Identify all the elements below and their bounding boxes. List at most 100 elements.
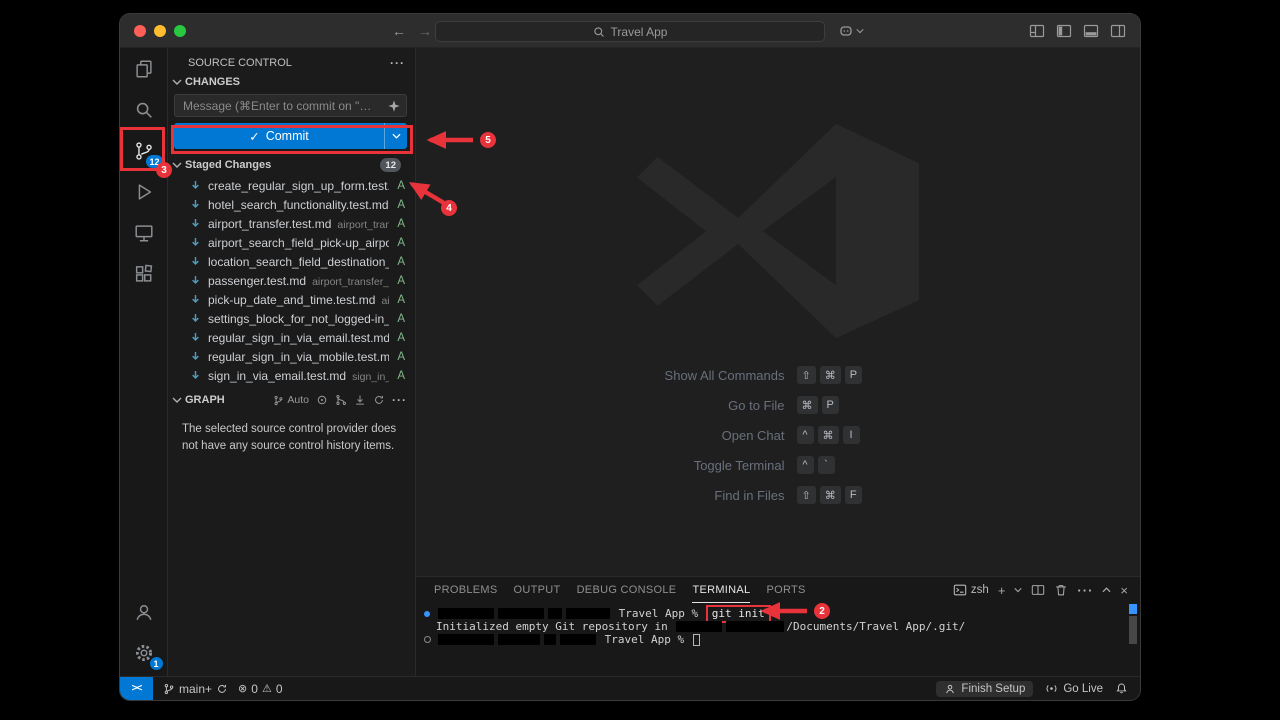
scm-file-row[interactable]: regular_sign_in_via_email.test.mdsi…A xyxy=(168,328,415,347)
markdown-file-icon xyxy=(189,236,202,249)
key-cap: P xyxy=(845,366,862,384)
redacted-text xyxy=(498,608,544,619)
activity-remote-explorer[interactable] xyxy=(120,212,168,253)
scm-file-row[interactable]: passenger.test.mdairport_transfer_s…A xyxy=(168,271,415,290)
maximize-panel-button[interactable] xyxy=(1102,587,1111,593)
scm-file-row[interactable]: regular_sign_in_via_mobile.test.md…A xyxy=(168,347,415,366)
history-nav: ← → xyxy=(392,14,432,48)
activity-search[interactable] xyxy=(120,89,168,130)
finish-setup-button[interactable]: Finish Setup xyxy=(936,681,1033,697)
target-icon[interactable] xyxy=(316,394,328,406)
forward-icon[interactable]: → xyxy=(418,23,432,39)
settings-badge: 1 xyxy=(149,656,164,671)
refresh-icon[interactable] xyxy=(373,394,385,406)
panel-tab-terminal[interactable]: TERMINAL xyxy=(692,577,750,603)
git-status-added: A xyxy=(397,199,405,211)
branch-status-item[interactable]: main+ xyxy=(163,682,228,696)
git-status-added: A xyxy=(397,370,405,382)
scm-file-row[interactable]: pick-up_date_and_time.test.mdairp…A xyxy=(168,290,415,309)
git-status-added: A xyxy=(397,180,405,192)
scm-file-row[interactable]: airport_search_field_pick-up_airpor…A xyxy=(168,233,415,252)
activity-run-debug[interactable] xyxy=(120,171,168,212)
commit-dropdown-button[interactable] xyxy=(384,123,407,149)
panel-tab-debug-console[interactable]: DEBUG CONSOLE xyxy=(577,577,677,603)
command-center[interactable]: Travel App xyxy=(435,21,825,42)
commit-button[interactable]: ✓ Commit xyxy=(174,123,407,149)
back-icon[interactable]: ← xyxy=(392,23,406,39)
sync-changes-icon[interactable] xyxy=(216,683,228,695)
activity-explorer[interactable] xyxy=(120,48,168,89)
activity-settings[interactable]: 1 xyxy=(120,632,168,673)
split-terminal-button[interactable] xyxy=(1031,583,1045,597)
kill-terminal-button[interactable] xyxy=(1054,583,1068,597)
terminal-scrollbar-thumb[interactable] xyxy=(1129,616,1137,644)
copilot-menu[interactable] xyxy=(838,23,864,39)
scm-file-row[interactable]: sign_in_via_email.test.mdsign_in_fo…A xyxy=(168,366,415,385)
broadcast-icon xyxy=(1045,682,1058,695)
graph-section-header[interactable]: GRAPH Auto ··· xyxy=(168,390,415,408)
problems-status-item[interactable]: ⊗ 0 ⚠ 0 xyxy=(238,682,282,696)
redacted-text xyxy=(726,621,784,632)
more-actions-icon[interactable]: ··· xyxy=(390,58,405,68)
file-path: airport_trans… xyxy=(337,219,389,231)
key-cap: ^ xyxy=(797,426,814,444)
panel-tab-problems[interactable]: PROBLEMS xyxy=(434,577,498,603)
toggle-primary-sidebar-icon[interactable] xyxy=(1056,23,1072,39)
go-live-button[interactable]: Go Live xyxy=(1045,682,1103,695)
command-center-text: Travel App xyxy=(611,25,668,39)
editor-area: Show All Commands⇧⌘PGo to File⌘POpen Cha… xyxy=(416,48,1140,576)
new-terminal-button[interactable]: + xyxy=(998,584,1006,597)
highlighted-command: git init xyxy=(706,605,771,623)
markdown-file-icon xyxy=(189,350,202,363)
merge-icon[interactable] xyxy=(335,394,347,406)
bell-icon[interactable] xyxy=(1115,682,1128,695)
activity-accounts[interactable] xyxy=(120,591,168,632)
scm-file-row[interactable]: hotel_search_functionality.test.mdA xyxy=(168,195,415,214)
more-actions-icon[interactable]: ··· xyxy=(392,395,407,405)
commit-message-input[interactable]: Message (⌘Enter to commit on "… xyxy=(174,94,407,117)
more-actions-icon[interactable]: ··· xyxy=(1077,584,1093,597)
close-panel-button[interactable]: × xyxy=(1120,584,1128,597)
terminal[interactable]: Travel App % git initInitialized empty G… xyxy=(416,603,1140,676)
file-name: airport_transfer.test.md xyxy=(208,217,331,231)
activity-extensions[interactable] xyxy=(120,253,168,294)
terminal-text: Travel App % xyxy=(612,607,705,620)
file-name: airport_search_field_pick-up_airpor… xyxy=(208,236,389,250)
shortcut-row: Toggle Terminal^` xyxy=(416,450,1140,480)
shell-label: zsh xyxy=(971,584,989,596)
staged-changes-label: Staged Changes xyxy=(185,159,271,171)
git-status-added: A xyxy=(397,313,405,325)
key-cap: ⌘ xyxy=(820,366,841,384)
graph-auto-control[interactable]: Auto xyxy=(273,394,309,406)
changes-section-header[interactable]: CHANGES xyxy=(168,72,415,90)
chevron-down-icon xyxy=(392,133,401,139)
terminal-dropdown-button[interactable] xyxy=(1014,587,1022,593)
generate-commit-message-icon[interactable] xyxy=(387,99,401,113)
scm-file-row[interactable]: location_search_field_destination_l…A xyxy=(168,252,415,271)
commit-button-label: Commit xyxy=(266,129,309,143)
customize-layout-icon[interactable] xyxy=(1029,23,1045,39)
scm-file-row[interactable]: settings_block_for_not_logged-in_u…A xyxy=(168,309,415,328)
staged-changes-header[interactable]: Staged Changes 12 xyxy=(168,154,415,174)
redacted-text xyxy=(544,634,556,645)
close-window-button[interactable] xyxy=(134,25,146,37)
file-name: create_regular_sign_up_form.test.md xyxy=(208,179,389,193)
fetch-icon[interactable] xyxy=(354,394,366,406)
git-status-added: A xyxy=(397,256,405,268)
zoom-window-button[interactable] xyxy=(174,25,186,37)
panel-tab-output[interactable]: OUTPUT xyxy=(514,577,561,603)
panel-tab-ports[interactable]: PORTS xyxy=(766,577,805,603)
scm-file-row[interactable]: create_regular_sign_up_form.test.md A xyxy=(168,176,415,195)
activity-source-control[interactable]: 12 xyxy=(120,130,168,171)
scm-file-row[interactable]: airport_transfer.test.mdairport_trans…A xyxy=(168,214,415,233)
chevron-down-icon xyxy=(856,28,864,34)
markdown-file-icon xyxy=(189,331,202,344)
account-icon xyxy=(133,601,155,623)
terminal-shell-picker[interactable]: zsh xyxy=(953,583,989,597)
minimize-window-button[interactable] xyxy=(154,25,166,37)
remote-indicator[interactable]: >< xyxy=(120,677,153,700)
markdown-file-icon xyxy=(189,369,202,382)
shortcut-keys: ^⌘I xyxy=(797,426,957,444)
toggle-panel-icon[interactable] xyxy=(1083,23,1099,39)
toggle-secondary-sidebar-icon[interactable] xyxy=(1110,23,1126,39)
